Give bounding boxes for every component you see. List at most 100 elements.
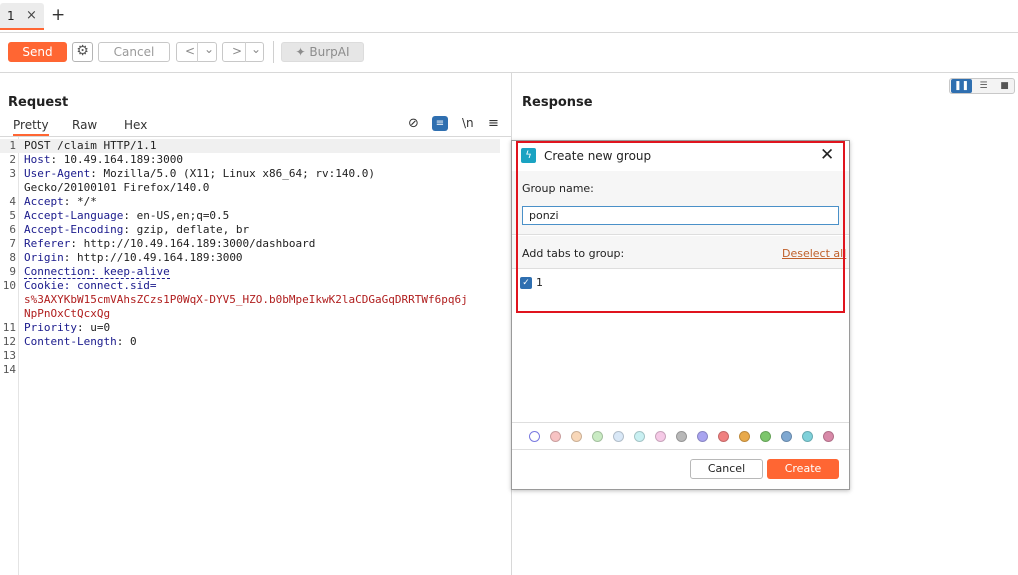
dialog-header: ϟ Create new group ✕: [512, 141, 849, 171]
tab-raw[interactable]: Raw: [72, 118, 97, 132]
line-content: Accept-Encoding: gzip, deflate, br: [24, 223, 249, 237]
color-swatch[interactable]: [823, 431, 834, 442]
line-content: Connection: keep-alive: [24, 265, 170, 279]
color-swatch[interactable]: [613, 431, 624, 442]
request-line[interactable]: 8 Origin: http://10.49.164.189:3000: [0, 251, 510, 265]
line-number: 12: [2, 335, 16, 348]
header-name: Origin: [24, 251, 64, 264]
forward-history-chevron-icon[interactable]: ⌄: [251, 42, 261, 56]
back-nav-group: < ⌄: [176, 42, 217, 62]
request-line[interactable]: 9 Connection: keep-alive: [0, 265, 510, 279]
header-value: : u=0: [76, 321, 111, 334]
back-history-chevron-icon[interactable]: ⌄: [204, 42, 214, 56]
line-content: Host: 10.49.164.189:3000: [24, 153, 183, 167]
gear-icon[interactable]: ⚙: [72, 42, 93, 62]
color-swatch[interactable]: [781, 431, 792, 442]
tab-hex[interactable]: Hex: [124, 118, 147, 132]
request-line[interactable]: 7 Referer: http://10.49.164.189:3000/dash…: [0, 237, 510, 251]
tab-pretty[interactable]: Pretty: [13, 118, 49, 136]
line-content: s%3AXYKbW15cmVAhsZCzs1P0WqX-DYV5_HZO.b0b…: [24, 293, 468, 307]
back-arrow-icon[interactable]: <: [185, 44, 195, 58]
deselect-all-link[interactable]: Deselect all: [782, 247, 846, 260]
sparkle-icon: ✦: [295, 45, 310, 59]
line-number: 9: [9, 265, 16, 278]
line-number: 4: [9, 195, 16, 208]
line-content: Accept: */*: [24, 195, 97, 209]
header-name: Accept-Encoding: [24, 223, 124, 236]
header-value: NpPnOxCtQcxQg: [24, 307, 111, 320]
color-swatch[interactable]: [739, 431, 750, 442]
request-line[interactable]: Gecko/20100101 Firefox/140.0: [0, 181, 510, 195]
request-line[interactable]: 10 Cookie: connect.sid=: [0, 279, 510, 293]
line-number: 10: [2, 279, 16, 292]
header-name: Connection: [24, 265, 91, 279]
send-button[interactable]: Send: [8, 42, 67, 62]
color-swatch[interactable]: [697, 431, 708, 442]
header-value: : http://10.49.164.189:3000: [63, 251, 243, 264]
create-button[interactable]: Create: [767, 459, 839, 479]
add-tabs-section: Add tabs to group: Deselect all: [512, 236, 849, 269]
request-line[interactable]: 13: [0, 349, 510, 363]
close-tab-icon[interactable]: ×: [26, 8, 37, 23]
single-pane-layout-icon[interactable]: ■: [994, 79, 1015, 93]
request-line[interactable]: 11 Priority: u=0: [0, 321, 510, 335]
cancel-button[interactable]: Cancel: [98, 42, 170, 62]
header-value: : en-US,en;q=0.5: [123, 209, 230, 222]
menu-icon[interactable]: ≡: [488, 116, 499, 131]
color-swatch[interactable]: [592, 431, 603, 442]
repeater-tab-1[interactable]: 1 ×: [0, 3, 44, 30]
add-tab-icon[interactable]: +: [51, 5, 65, 25]
color-swatch[interactable]: [655, 431, 666, 442]
header-name: Priority: [24, 321, 77, 334]
color-swatch[interactable]: [550, 431, 561, 442]
header-value: s%3AXYKbW15cmVAhsZCzs1P0WqX-DYV5_HZO.b0b…: [24, 293, 468, 306]
newline-toggle-icon[interactable]: \n: [462, 116, 474, 130]
line-number: 5: [9, 209, 16, 222]
color-swatch[interactable]: [676, 431, 687, 442]
request-line[interactable]: 6 Accept-Encoding: gzip, deflate, br: [0, 223, 510, 237]
dialog-title: Create new group: [544, 149, 652, 163]
forward-arrow-icon[interactable]: >: [232, 44, 242, 58]
stacked-layout-icon[interactable]: ☰: [973, 79, 994, 93]
hide-eye-icon[interactable]: ⊘: [408, 116, 419, 131]
color-swatch[interactable]: [634, 431, 645, 442]
color-swatch[interactable]: [571, 431, 582, 442]
header-value: : connect.sid=: [63, 279, 157, 292]
tab-label: 1: [7, 9, 15, 23]
line-content: Accept-Language: en-US,en;q=0.5: [24, 209, 229, 223]
request-line[interactable]: 3 User-Agent: Mozilla/5.0 (X11; Linux x86…: [0, 167, 510, 181]
request-line[interactable]: 4 Accept: */*: [0, 195, 510, 209]
line-number: 7: [9, 237, 16, 250]
forward-nav-group: > ⌄: [222, 42, 264, 62]
request-line[interactable]: 5 Accept-Language: en-US,en;q=0.5: [0, 209, 510, 223]
header-name: Referer: [24, 237, 71, 250]
close-icon[interactable]: ✕: [820, 145, 834, 165]
color-swatch[interactable]: [529, 431, 540, 442]
burpai-button[interactable]: ✦ BurpAI: [281, 42, 364, 62]
color-swatch[interactable]: [760, 431, 771, 442]
group-name-input[interactable]: [522, 206, 839, 225]
tab-checkbox-label: 1: [536, 276, 543, 289]
header-name: Accept: [24, 195, 64, 208]
header-name: Cookie: [24, 279, 64, 292]
request-line[interactable]: 12 Content-Length: 0: [0, 335, 510, 349]
line-number: 11: [2, 321, 16, 334]
request-line[interactable]: 2 Host: 10.49.164.189:3000: [0, 153, 510, 167]
toolbar: Send ⚙ Cancel < ⌄ > ⌄ ✦ BurpAI: [0, 33, 1018, 73]
create-group-dialog: ϟ Create new group ✕ Group name: Add tab…: [511, 140, 850, 490]
checkbox-checked-icon[interactable]: ✓: [520, 277, 532, 289]
side-by-side-layout-icon[interactable]: ❚❚: [951, 79, 972, 93]
request-line[interactable]: 1 POST /claim HTTP/1.1: [0, 139, 500, 153]
line-number: 8: [9, 251, 16, 264]
request-line[interactable]: 14: [0, 363, 510, 377]
wrap-lines-icon[interactable]: ≡: [432, 116, 448, 131]
cancel-button[interactable]: Cancel: [690, 459, 763, 479]
color-swatch[interactable]: [718, 431, 729, 442]
request-editor[interactable]: 1 POST /claim HTTP/1.1 2 Host: 10.49.164.18…: [0, 139, 510, 377]
line-content: User-Agent: Mozilla/5.0 (X11; Linux x86_…: [24, 167, 375, 181]
request-line[interactable]: s%3AXYKbW15cmVAhsZCzs1P0WqX-DYV5_HZO.b0b…: [0, 293, 510, 307]
header-value: : http://10.49.164.189:3000/dashboard: [70, 237, 316, 250]
color-swatch[interactable]: [802, 431, 813, 442]
request-line[interactable]: NpPnOxCtQcxQg: [0, 307, 510, 321]
line-content: Gecko/20100101 Firefox/140.0: [24, 181, 209, 195]
